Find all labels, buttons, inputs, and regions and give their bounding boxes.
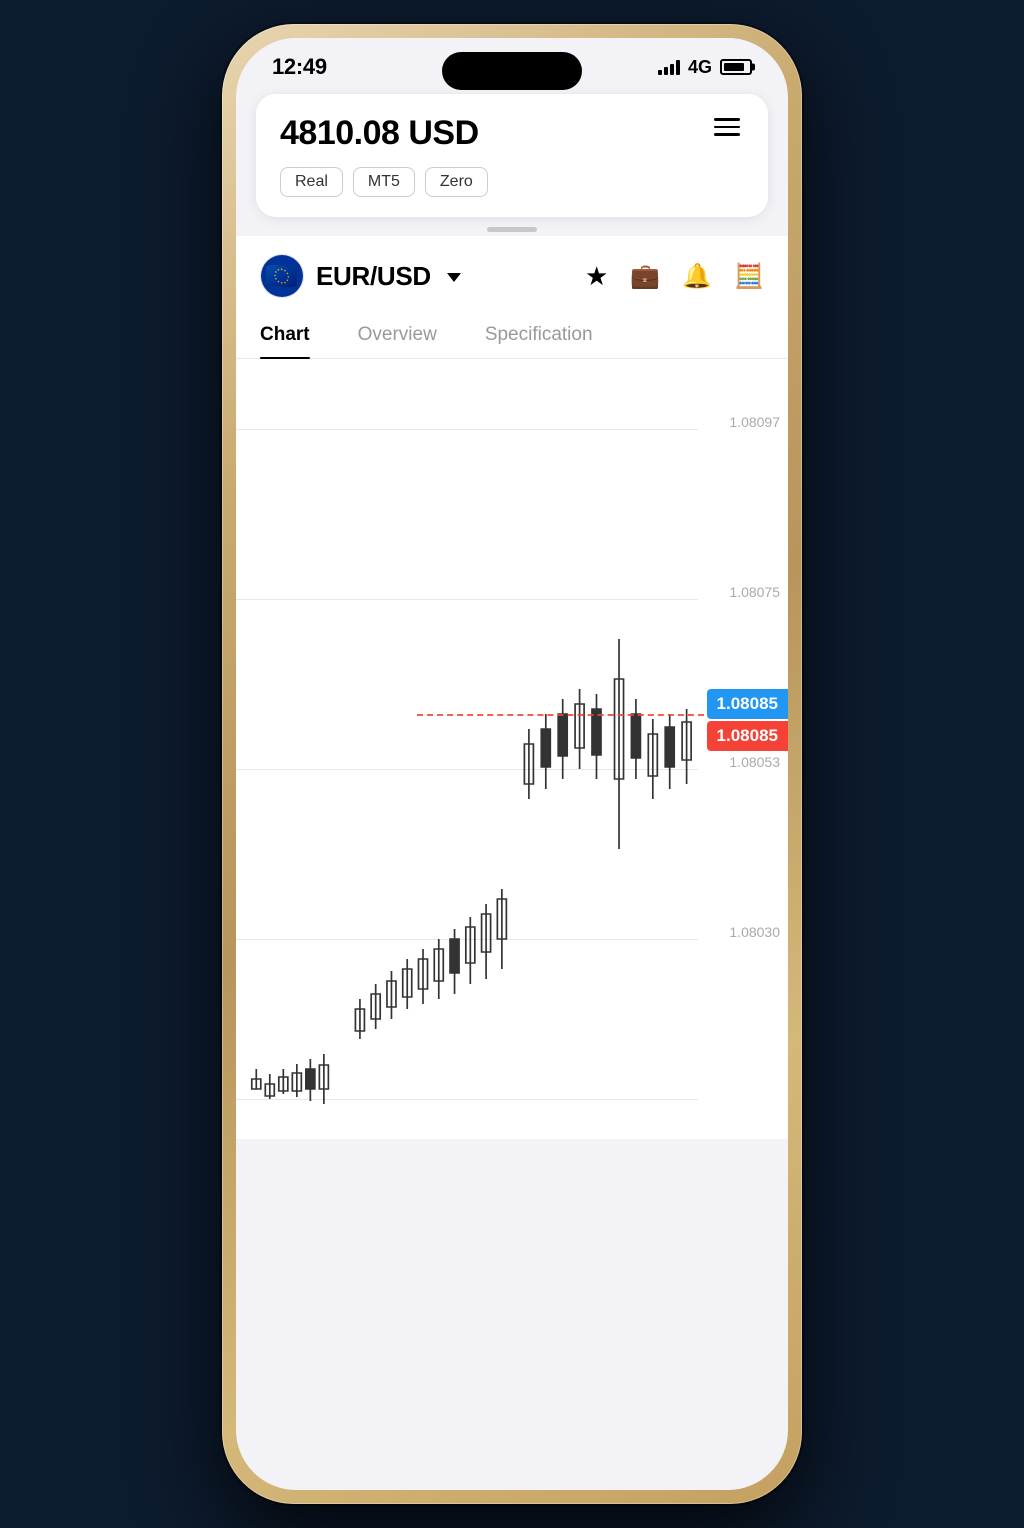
signal-bar-1	[658, 70, 662, 75]
battery-fill	[724, 63, 744, 71]
instrument-header: 🇪🇺 EUR/USD ★ 💼 🔔 🧮	[236, 236, 788, 312]
signal-bars-icon	[658, 59, 680, 75]
account-card: 4810.08 USD Real MT5 Zero	[256, 94, 768, 217]
candlestick-chart	[236, 359, 788, 1139]
phone-frame: 12:49 4G 4810.08 USD	[222, 24, 802, 1504]
menu-line-3	[714, 133, 740, 136]
network-type: 4G	[688, 57, 712, 78]
briefcase-icon[interactable]: 💼	[630, 262, 660, 291]
star-icon[interactable]: ★	[585, 261, 608, 292]
price-line	[417, 714, 704, 716]
account-card-top: 4810.08 USD	[280, 114, 744, 153]
price-label-2: 1.08075	[729, 584, 780, 602]
eu-flag-icon: 🇪🇺	[261, 255, 303, 297]
ask-price-badge[interactable]: 1.08085	[707, 721, 788, 751]
drag-indicator	[487, 227, 537, 232]
battery-icon	[720, 59, 752, 75]
tab-overview[interactable]: Overview	[358, 312, 437, 358]
status-icons: 4G	[658, 57, 752, 78]
chevron-down-icon[interactable]	[447, 273, 461, 282]
status-time: 12:49	[272, 54, 327, 80]
chart-area: 1.08085 1.08085 1.08097 1.08075 1.08053 …	[236, 359, 788, 1139]
price-label-3: 1.08053	[729, 754, 780, 772]
currency-flag: 🇪🇺	[260, 254, 304, 298]
signal-bar-2	[664, 67, 668, 75]
menu-line-1	[714, 118, 740, 121]
tab-chart[interactable]: Chart	[260, 312, 310, 358]
menu-button[interactable]	[710, 114, 744, 140]
price-label-1: 1.08097	[729, 414, 780, 432]
bell-icon[interactable]: 🔔	[682, 262, 712, 291]
phone-screen: 12:49 4G 4810.08 USD	[236, 38, 788, 1490]
tag-zero[interactable]: Zero	[425, 167, 488, 197]
account-tags: Real MT5 Zero	[280, 167, 744, 197]
price-badges: 1.08085 1.08085	[707, 689, 788, 751]
account-balance: 4810.08 USD	[280, 114, 479, 153]
calculator-icon[interactable]: 🧮	[734, 262, 764, 291]
tag-real[interactable]: Real	[280, 167, 343, 197]
signal-bar-3	[670, 64, 674, 75]
bid-price-badge[interactable]: 1.08085	[707, 689, 788, 719]
signal-bar-4	[676, 60, 680, 75]
menu-line-2	[714, 126, 740, 129]
tab-specification[interactable]: Specification	[485, 312, 593, 358]
tabs-bar: Chart Overview Specification	[236, 312, 788, 359]
instrument-actions: ★ 💼 🔔 🧮	[585, 261, 764, 292]
instrument-name[interactable]: EUR/USD	[316, 261, 431, 292]
dynamic-island	[442, 52, 582, 90]
instrument-left: 🇪🇺 EUR/USD	[260, 254, 461, 298]
price-label-4: 1.08030	[729, 924, 780, 942]
tag-mt5[interactable]: MT5	[353, 167, 415, 197]
